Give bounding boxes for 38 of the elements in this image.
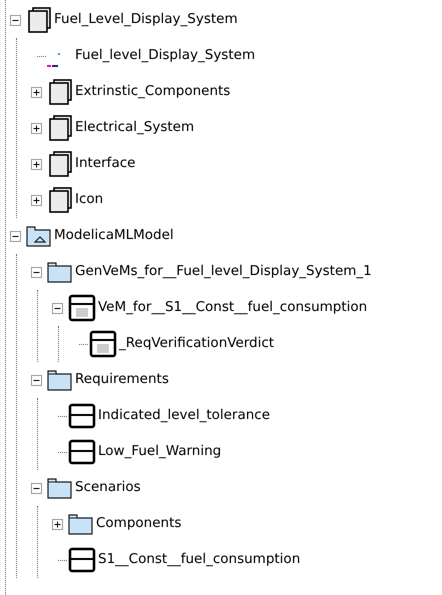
tree-item-label[interactable]: Components <box>96 517 182 531</box>
collapse-toggle[interactable] <box>10 14 20 26</box>
class-box-icon <box>68 438 96 466</box>
collapse-toggle[interactable] <box>52 302 62 314</box>
collapse-toggle[interactable] <box>30 482 42 494</box>
collapse-toggle[interactable] <box>30 266 42 278</box>
collapse-toggle[interactable] <box>30 374 42 386</box>
stacked-box-icon <box>47 115 73 141</box>
tree-item-label[interactable]: GenVeMs_for__Fuel_level_Display_System_1 <box>75 265 372 279</box>
tree-item-label[interactable]: _ReqVerificationVerdict <box>119 337 274 351</box>
tree-item-label[interactable]: ModelicaMLModel <box>54 229 174 243</box>
tree-item-label[interactable]: Scenarios <box>75 481 141 495</box>
tree-item-label[interactable]: Fuel_Level_Display_System <box>54 13 238 27</box>
expand-toggle[interactable] <box>30 158 42 170</box>
stacked-box-icon <box>47 79 73 105</box>
tree-item-label[interactable]: Indicated_level_tolerance <box>98 409 270 423</box>
expand-toggle[interactable] <box>30 86 42 98</box>
model-block-icon <box>68 294 96 322</box>
tree-item-label[interactable]: Extrinstic_Components <box>75 85 230 99</box>
expand-toggle[interactable] <box>30 122 42 134</box>
expand-toggle[interactable] <box>30 194 42 206</box>
tree-item-label[interactable]: S1__Const__fuel_consumption <box>98 553 300 567</box>
tree-item-label[interactable]: VeM_for__S1__Const__fuel_consumption <box>98 301 368 315</box>
model-block-icon <box>89 330 117 358</box>
class-box-icon <box>68 402 96 430</box>
tree-item-label[interactable]: Icon <box>75 193 104 207</box>
tree-item-label[interactable]: Requirements <box>75 373 169 387</box>
tree-item-label[interactable]: Interface <box>75 157 136 171</box>
stacked-box-icon <box>26 7 52 33</box>
stacked-box-icon <box>47 187 73 213</box>
class-box-icon <box>68 546 96 574</box>
collapse-toggle[interactable] <box>10 230 20 242</box>
expand-toggle[interactable] <box>52 518 62 530</box>
stacked-box-icon <box>47 151 73 177</box>
diagram-icon <box>47 53 60 67</box>
tree-item-label[interactable]: Fuel_level_Display_System <box>75 49 256 63</box>
tree-item-label[interactable]: Low_Fuel_Warning <box>98 445 222 459</box>
tree-item-label[interactable]: Electrical_System <box>75 121 194 135</box>
